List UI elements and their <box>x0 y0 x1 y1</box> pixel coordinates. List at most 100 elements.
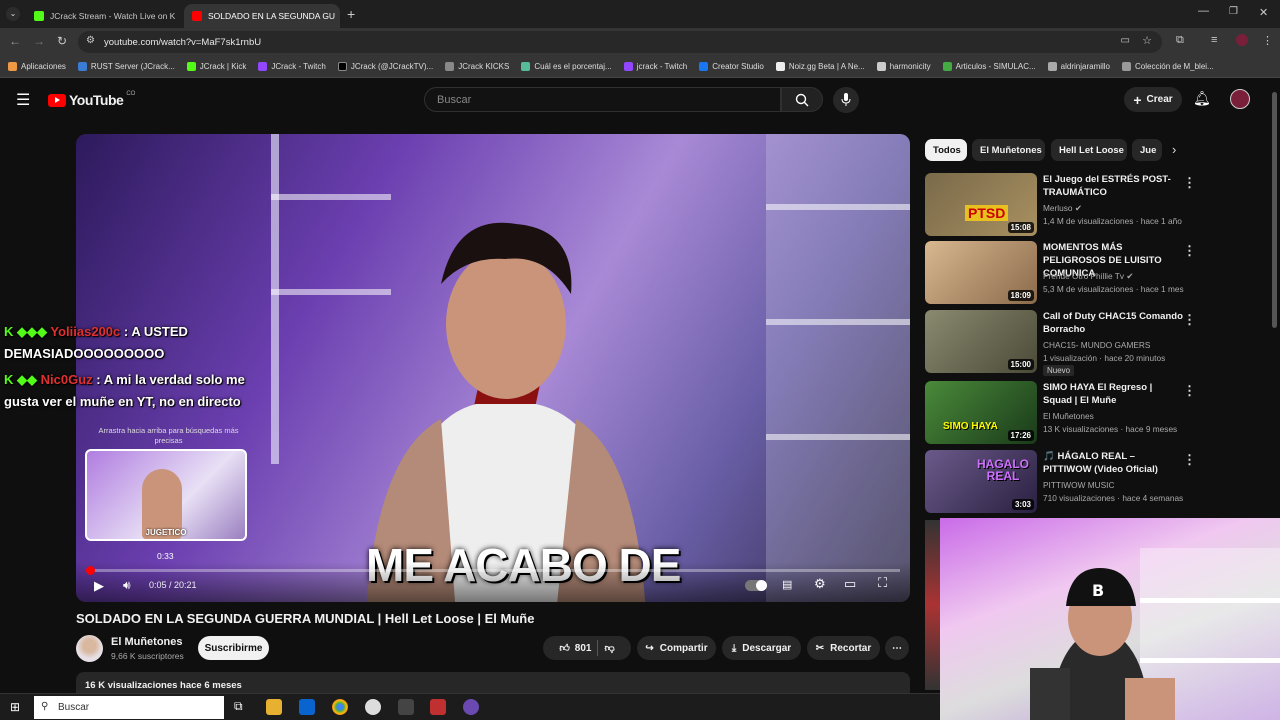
theater-mode-icon[interactable]: ▭ <box>844 576 856 592</box>
url-field[interactable]: ⚙ youtube.com/watch?v=MaF7sk1rnbU ▭ ☆ <box>78 31 1162 53</box>
recommended-video[interactable]: HAGALO REAL 3:03 🎵 HÁGALO REAL – PITTIWO… <box>925 450 1275 514</box>
progress-scrubber[interactable] <box>86 566 95 575</box>
back-icon[interactable]: ← <box>9 34 21 48</box>
subscribe-button[interactable]: Suscribirme <box>198 636 269 660</box>
chips-next-icon[interactable]: › <box>1172 142 1176 157</box>
video-duration: 17:26 <box>1007 430 1034 441</box>
task-view-icon[interactable]: ⧉ <box>234 699 243 714</box>
new-tab-button[interactable]: + <box>347 6 355 22</box>
close-tab-icon[interactable]: ✕ <box>181 11 182 22</box>
clip-button[interactable]: ✂ Recortar <box>807 636 880 660</box>
background-shelf <box>271 134 279 464</box>
twitch-icon <box>623 62 633 71</box>
voice-search-button[interactable] <box>833 87 859 113</box>
video-thumbnail[interactable]: SIMO HAYA 17:26 <box>925 381 1037 444</box>
windows-start-icon[interactable]: ⊞ <box>10 700 20 714</box>
close-window-button[interactable]: ✕ <box>1259 6 1268 19</box>
app-icon[interactable] <box>398 699 414 715</box>
channel-avatar[interactable] <box>76 635 103 662</box>
site-info-icon[interactable]: ⚙ <box>86 35 95 46</box>
app-icon[interactable] <box>430 699 446 715</box>
channel-name[interactable]: El Muñetones <box>111 636 183 648</box>
more-actions-button[interactable]: ⋯ <box>885 636 909 660</box>
create-button[interactable]: + Crear <box>1124 87 1182 112</box>
recommended-video[interactable]: SIMO HAYA 17:26 SIMO HAYA El Regreso | S… <box>925 381 1275 445</box>
video-thumbnail[interactable]: 15:00 <box>925 310 1037 373</box>
bookmark-item[interactable]: Creator Studio <box>699 62 764 71</box>
bookmark-item[interactable]: Colección de M_blei... <box>1122 62 1214 71</box>
search-button[interactable] <box>781 87 823 112</box>
more-options-icon[interactable]: ⋮ <box>1183 452 1196 468</box>
video-player[interactable]: ME ACABO DE Arrastra hacia arriba para b… <box>76 134 910 602</box>
bookmark-item[interactable]: RUST Server (JCrack... <box>77 62 175 71</box>
recommended-title: El Juego del ESTRÉS POST-TRAUMÁTICO <box>1043 174 1171 198</box>
tab-search-button[interactable]: ⌄ <box>6 7 20 21</box>
chip-juegos[interactable]: Jue <box>1132 139 1162 161</box>
chat-text-continued: DEMASIADOOOOOOOOO <box>4 346 165 361</box>
app-icon[interactable] <box>365 699 381 715</box>
menu-icon[interactable]: ☰ <box>16 90 30 110</box>
bookmark-item[interactable]: Articulos - SIMULAC... <box>942 62 1036 71</box>
subtitles-icon[interactable]: ▤ <box>782 578 792 591</box>
video-thumbnail[interactable]: 18:09 <box>925 241 1037 304</box>
recommended-video[interactable]: 15:00 Call of Duty CHAC15 Comando Borrac… <box>925 310 1275 376</box>
cast-icon[interactable]: ▭ <box>1121 35 1130 46</box>
more-options-icon[interactable]: ⋮ <box>1183 312 1196 328</box>
more-options-icon[interactable]: ⋮ <box>1183 243 1196 259</box>
outlook-icon[interactable] <box>299 699 315 715</box>
restore-button[interactable]: ❐ <box>1229 6 1238 17</box>
bookmark-item[interactable]: jcrack - Twitch <box>623 62 687 71</box>
youtube-logo[interactable]: YouTube CO <box>48 91 135 108</box>
page-scrollbar[interactable] <box>1272 92 1277 328</box>
settings-gear-icon[interactable]: ⚙ <box>814 576 826 592</box>
app-icon[interactable] <box>463 699 479 715</box>
more-options-icon[interactable]: ⋮ <box>1183 383 1196 399</box>
chip-hell-let-loose[interactable]: Hell Let Loose <box>1051 139 1127 161</box>
volume-icon[interactable]: 🔊︎ <box>123 578 131 593</box>
recommended-title: Call of Duty CHAC15 Comando Borracho <box>1043 311 1183 335</box>
tab-jcrack-stream[interactable]: JCrack Stream - Watch Live on K ✕ <box>26 4 182 28</box>
play-icon[interactable]: ▶ <box>94 578 104 594</box>
bookmark-item[interactable]: JCrack | Kick <box>186 62 246 71</box>
fullscreen-icon[interactable]: ⛶ <box>878 575 887 591</box>
taskbar-search-input[interactable]: ⚲ Buscar <box>34 696 224 719</box>
autoplay-toggle[interactable] <box>745 580 767 591</box>
account-avatar[interactable] <box>1230 89 1250 109</box>
bookmark-item[interactable]: Noiz.gg Beta | A Ne... <box>775 62 865 71</box>
share-button[interactable]: ↪ Compartir <box>637 636 716 660</box>
bookmark-star-icon[interactable]: ☆ <box>1142 34 1152 47</box>
facebook-icon <box>699 62 709 71</box>
extensions-icon[interactable]: ⧉ <box>1176 34 1184 47</box>
bookmark-item[interactable]: aldrinjaramillo <box>1047 62 1110 71</box>
bookmark-item[interactable]: harmonicity <box>876 62 931 71</box>
more-options-icon[interactable]: ⋮ <box>1183 175 1196 191</box>
notifications-bell-icon[interactable]: 🔔︎ <box>1193 90 1211 107</box>
chrome-icon[interactable] <box>332 699 348 715</box>
bookmark-item[interactable]: JCrack - Twitch <box>258 62 326 71</box>
recommended-video[interactable]: PTSD 15:08 El Juego del ESTRÉS POST-TRAU… <box>925 173 1275 237</box>
chat-username: Nic0Guz <box>40 372 93 387</box>
bookmark-item[interactable]: Aplicaciones <box>8 62 66 71</box>
profile-avatar[interactable] <box>1236 34 1248 46</box>
bookmark-item[interactable]: JCrack (@JCrackTV)... <box>337 62 433 71</box>
download-button[interactable]: ⤓ Descargar <box>722 636 801 660</box>
browser-menu-icon[interactable]: ⋮ <box>1262 34 1273 47</box>
tab-youtube-video[interactable]: SOLDADO EN LA SEGUNDA GU ✕ <box>184 4 340 28</box>
chip-todos[interactable]: Todos <box>925 139 967 161</box>
progress-bar[interactable] <box>86 566 900 575</box>
minimize-button[interactable]: — <box>1198 5 1209 17</box>
search-input[interactable]: Buscar <box>424 87 781 112</box>
bookmark-item[interactable]: JCrack KICKS <box>445 62 509 71</box>
recommended-channel: Merluso ✔ <box>1043 203 1082 213</box>
file-explorer-icon[interactable] <box>266 699 282 715</box>
like-button[interactable]: 👍︎ 801 <box>559 642 591 655</box>
media-icon[interactable]: ≡ <box>1211 34 1217 46</box>
video-thumbnail[interactable]: HAGALO REAL 3:03 <box>925 450 1037 513</box>
video-thumbnail[interactable]: PTSD 15:08 <box>925 173 1037 236</box>
forward-icon[interactable]: → <box>33 34 45 48</box>
bookmark-item[interactable]: Cuál es el porcentaj... <box>521 62 612 71</box>
chip-el-munetones[interactable]: El Muñetones <box>972 139 1045 161</box>
recommended-video[interactable]: 18:09 MOMENTOS MÁS PELIGROSOS DE LUISITO… <box>925 241 1275 305</box>
reload-icon[interactable]: ↻ <box>57 34 67 48</box>
thumbs-down-icon[interactable]: 👎︎ <box>604 642 614 654</box>
